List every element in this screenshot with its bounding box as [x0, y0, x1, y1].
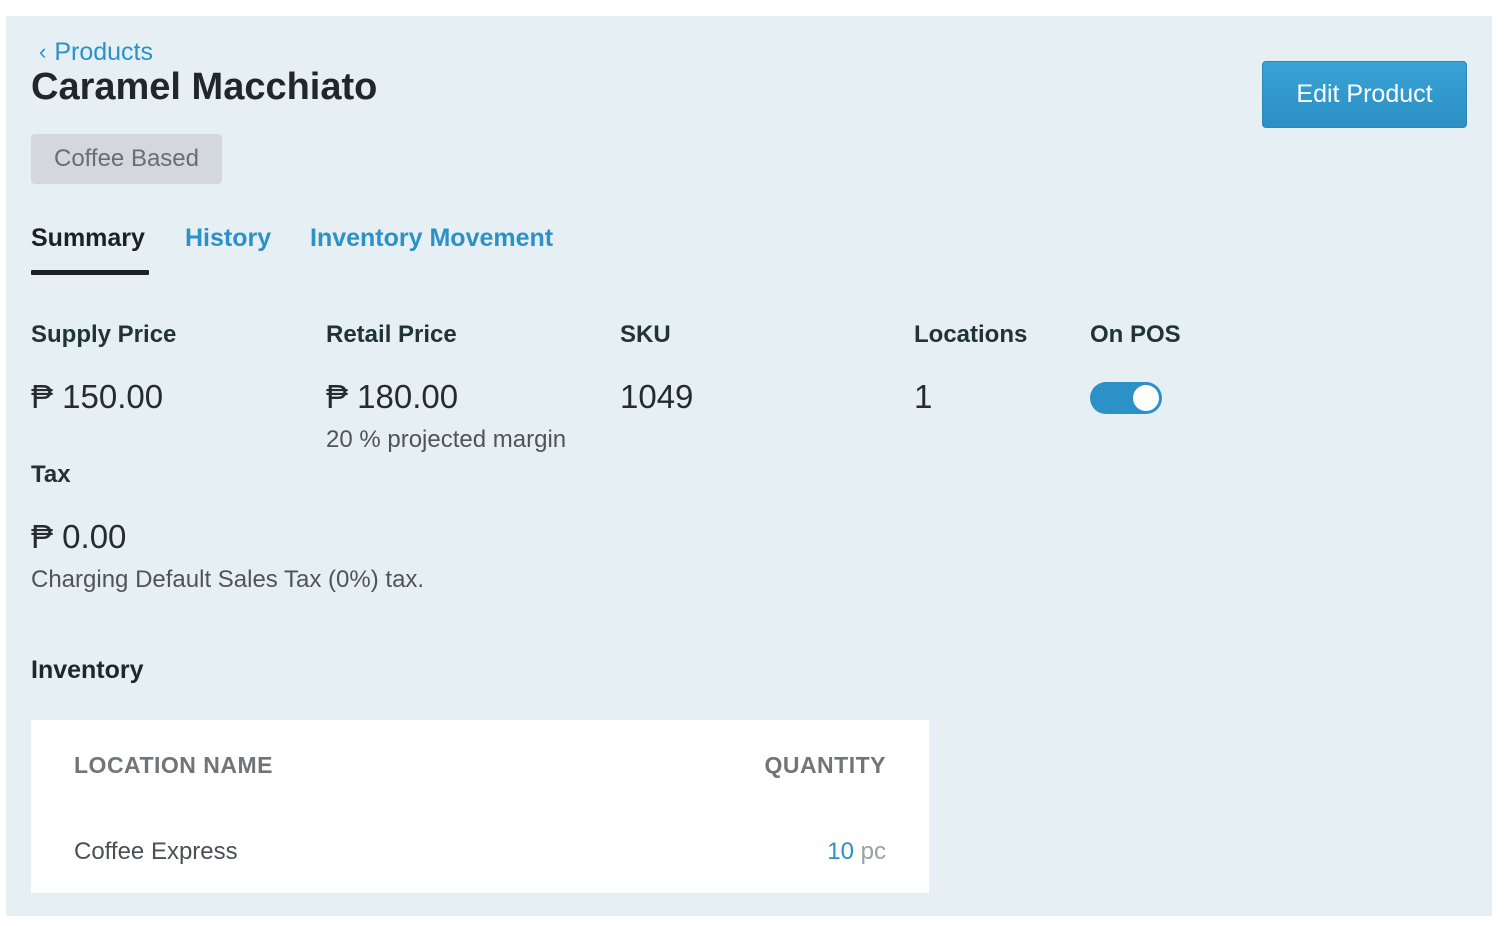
- inventory-table: LOCATION NAME QUANTITY Coffee Express 10…: [31, 720, 929, 893]
- on-pos-label: On POS: [1090, 321, 1181, 348]
- toggle-knob: [1133, 385, 1159, 411]
- location-name-cell: Coffee Express: [74, 838, 238, 865]
- quantity-value-link[interactable]: 10: [827, 838, 854, 865]
- supply-price-value: ₱ 150.00: [31, 378, 164, 415]
- back-link-label: Products: [54, 38, 153, 66]
- category-badge: Coffee Based: [31, 134, 222, 184]
- tax-label: Tax: [31, 461, 71, 488]
- tab-history[interactable]: History: [185, 224, 271, 253]
- back-to-products-link[interactable]: ‹ Products: [39, 38, 153, 67]
- active-tab-indicator: [31, 270, 149, 275]
- tab-inventory-movement[interactable]: Inventory Movement: [310, 224, 553, 253]
- sku-label: SKU: [620, 321, 671, 348]
- column-header-quantity: QUANTITY: [764, 752, 886, 778]
- tax-value: ₱ 0.00: [31, 518, 127, 555]
- quantity-unit: pc: [860, 838, 886, 865]
- tab-summary[interactable]: Summary: [31, 224, 145, 253]
- edit-product-button[interactable]: Edit Product: [1262, 61, 1467, 128]
- supply-price-label: Supply Price: [31, 321, 177, 348]
- tax-note: Charging Default Sales Tax (0%) tax.: [31, 566, 425, 593]
- retail-price-label: Retail Price: [326, 321, 457, 348]
- sku-value: 1049: [620, 378, 694, 415]
- product-detail-panel: ‹ Products Caramel Macchiato Edit Produc…: [6, 16, 1492, 916]
- column-header-location: LOCATION NAME: [74, 752, 274, 778]
- page-title: Caramel Macchiato: [31, 66, 378, 108]
- inventory-section-title: Inventory: [31, 656, 144, 684]
- locations-value: 1: [914, 378, 933, 415]
- on-pos-toggle[interactable]: [1090, 382, 1162, 414]
- projected-margin-note: 20 % projected margin: [326, 426, 567, 453]
- retail-price-value: ₱ 180.00: [326, 378, 459, 415]
- quantity-cell: 10 pc: [827, 838, 886, 866]
- locations-label: Locations: [914, 321, 1028, 348]
- chevron-left-icon: ‹: [39, 38, 47, 64]
